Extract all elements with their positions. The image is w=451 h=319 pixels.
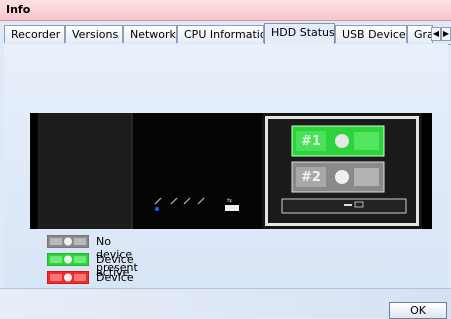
bottom-bar [0,288,451,318]
legend-error: Device error [46,270,134,297]
ok-button[interactable]: OK [389,302,447,319]
chassis-center-panel [133,113,262,229]
legend-active: Device active [46,252,134,279]
recorder-front-panel: ⇆ #1 #2 [30,113,432,229]
hdd-bay-2: #2 [291,161,385,193]
legend-swatch-none-icon [46,234,90,249]
chassis-right-edge [422,113,432,229]
tab-hdd-status[interactable]: HDD Status [264,23,335,44]
legend-swatch-active-icon [46,252,90,267]
bay-2-label: #2 [301,170,321,185]
legend-swatch-error-icon [46,270,90,285]
usb-symbol-icon: ⇆ [227,197,232,204]
chassis-left-panel [38,113,132,229]
hdd-bay-1: #1 [291,125,385,157]
chassis-left-edge [31,113,37,229]
usb-port-icon [225,205,239,211]
legend-no-device: No device present [46,234,138,274]
bay-1-label: #1 [301,134,321,149]
power-led-icon [155,207,159,211]
